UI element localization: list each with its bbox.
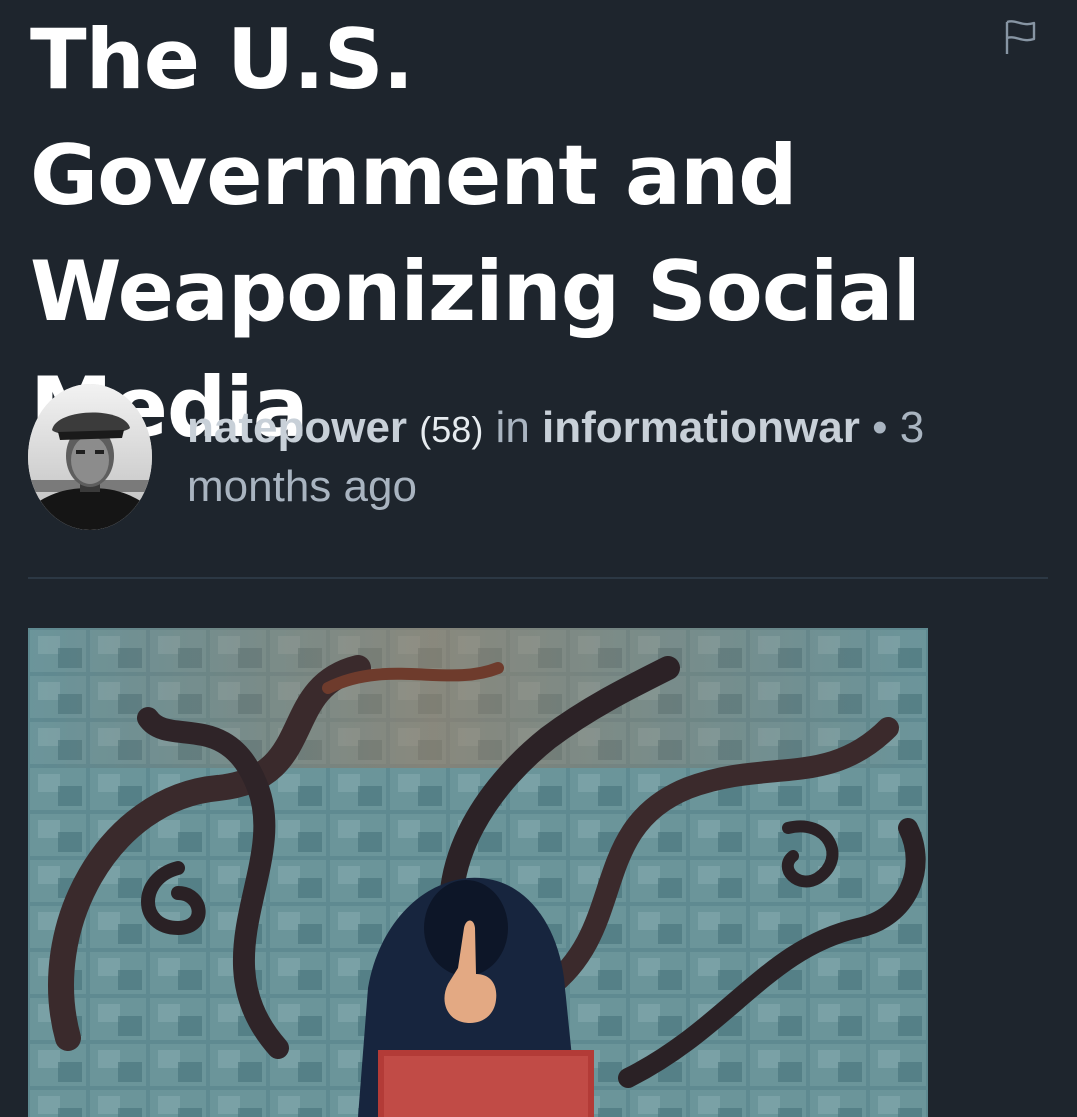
author-avatar[interactable] [28, 384, 152, 530]
community-link[interactable]: informationwar [542, 403, 860, 452]
author-reputation: (58) [419, 409, 484, 450]
in-label: in [495, 403, 530, 452]
post-byline: natepower (58) in informationwar • 3 mon… [187, 399, 1027, 515]
header-divider [28, 577, 1048, 579]
hero-illustration [28, 628, 928, 1117]
post-hero-image[interactable] [28, 628, 928, 1117]
byline-separator: • [872, 403, 888, 452]
post-title: The U.S. Government and Weaponizing Soci… [30, 11, 921, 456]
flag-icon [1005, 20, 1036, 54]
author-link[interactable]: natepower [187, 403, 407, 452]
post-page: The U.S. Government and Weaponizing Soci… [0, 0, 1077, 1117]
flag-button[interactable] [1000, 16, 1042, 60]
author-portrait [28, 384, 152, 530]
